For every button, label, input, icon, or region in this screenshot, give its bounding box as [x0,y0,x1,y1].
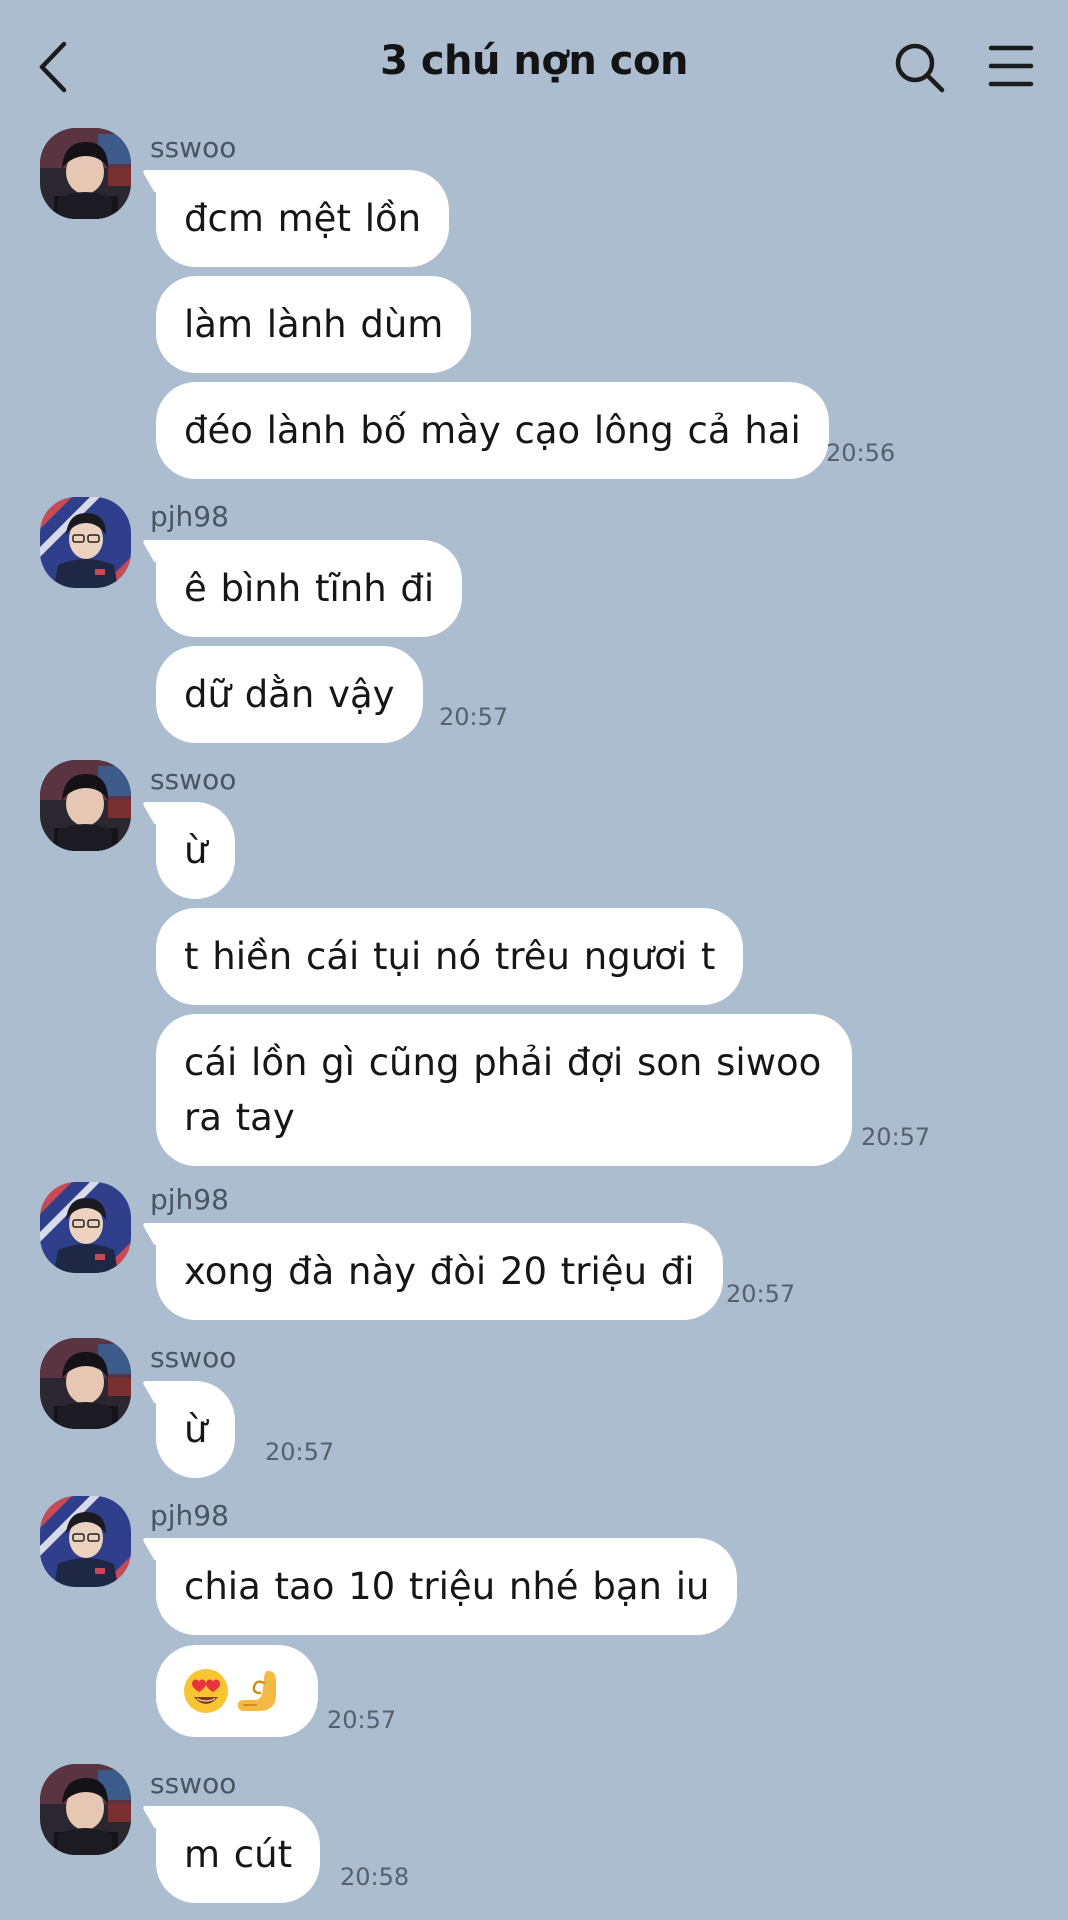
pinching-hand-emoji [238,1671,276,1711]
message-bubble[interactable]: xong đà này đòi 20 triệu đi [156,1223,723,1320]
menu-icon [988,45,1034,87]
message-time: 20:58 [340,1863,410,1891]
sender-name: sswoo [150,1767,237,1800]
chat-header: 3 chú nợn con [0,0,1068,134]
search-button[interactable] [894,42,946,94]
message-bubble[interactable]: m cút [156,1806,321,1903]
message-bubble[interactable]: dữ dằn vậy [156,646,423,743]
message-bubble[interactable]: đcm mệt lồn [156,170,450,267]
sender-name: sswoo [150,131,237,164]
avatar-pjh98[interactable] [40,1182,131,1273]
message-time: 20:57 [265,1438,335,1466]
avatar-sswoo[interactable] [40,1338,131,1429]
message-time: 20:57 [327,1706,397,1734]
avatar-sswoo[interactable] [40,760,131,851]
menu-button[interactable] [988,44,1034,88]
avatar-pjh98[interactable] [40,1496,131,1587]
message-bubble[interactable]: t hiền cái tụi nó trêu ngươi t [156,908,744,1005]
message-bubble[interactable]: cái lồn gì cũng phải đợi son siwoo ra ta… [156,1014,852,1166]
message-bubble[interactable]: ừ [156,802,236,899]
message-time: 20:57 [726,1280,796,1308]
message-bubble[interactable]: ừ [156,1381,236,1478]
message-time: 20:57 [861,1123,931,1151]
sender-name: pjh98 [150,1183,229,1216]
message-bubble[interactable]: ê bình tĩnh đi [156,540,463,637]
avatar-sswoo[interactable] [40,128,131,219]
avatar-sswoo[interactable] [40,1764,131,1855]
sender-name: pjh98 [150,500,229,533]
message-bubble[interactable]: đéo lành bố mày cạo lông cả hai [156,382,829,479]
sender-name: sswoo [150,763,237,796]
heart-eyes-emoji [184,1669,228,1713]
search-icon [895,43,945,93]
sender-name: pjh98 [150,1499,229,1532]
avatar-pjh98[interactable] [40,497,131,588]
message-time: 20:57 [439,703,509,731]
message-bubble[interactable]: chia tao 10 triệu nhé bạn iu [156,1538,738,1635]
emoji-message-bubble[interactable] [156,1645,318,1737]
message-time: 20:56 [826,439,896,467]
sender-name: sswoo [150,1341,237,1374]
message-bubble[interactable]: làm lành dùm [156,276,472,373]
